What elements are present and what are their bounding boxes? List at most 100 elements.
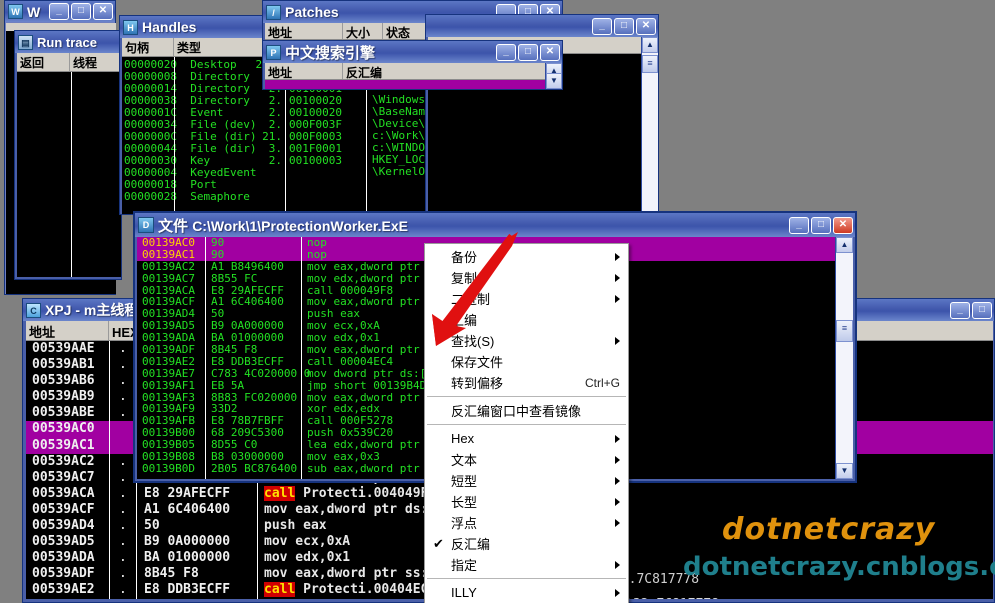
window-w-close-button[interactable]: ✕ — [93, 3, 113, 20]
row-address: 00539AD4 — [32, 518, 95, 534]
window-run-trace[interactable]: ▤ Run trace 返回 线程 — [14, 30, 122, 280]
row-marker: . — [119, 518, 127, 534]
menu-item-label: 查找(S) — [451, 334, 495, 349]
row-hex: EB 5A — [211, 378, 245, 392]
submenu-arrow-icon — [615, 476, 620, 485]
menu-item[interactable]: ILLY — [425, 582, 628, 603]
row-hex: B9 0A000000 — [144, 534, 231, 550]
submenu-arrow-icon — [615, 273, 620, 282]
file-scroll-thumb[interactable]: ≡ — [836, 320, 853, 342]
context-menu[interactable]: 备份复制二进制汇编查找(S) 保存文件 转到偏移 Ctrl+G 反汇编窗口中查看镜像 He… — [424, 243, 629, 603]
search-engine-close-button[interactable]: ✕ — [540, 43, 560, 61]
scroll-up-arrow-icon[interactable]: ▲ — [642, 37, 658, 53]
menu-item[interactable]: 转到偏移 Ctrl+G — [425, 372, 628, 393]
file-scroll-down-arrow-icon[interactable]: ▼ — [836, 463, 853, 479]
menu-item-label: 备份 — [451, 250, 478, 265]
run-trace-client: 返回 线程 — [17, 53, 121, 277]
handles-refcount-cell: 2. — [268, 154, 282, 167]
menu-item[interactable]: ✔ 反汇编 — [425, 533, 628, 554]
row-address: 00539AC0 — [32, 421, 95, 437]
menu-item-label: 短型 — [451, 474, 478, 489]
xpj-minimize-button[interactable]: _ — [950, 301, 970, 319]
menu-item[interactable]: 文本 — [425, 449, 628, 470]
search-engine-minimize-button[interactable]: _ — [496, 43, 516, 61]
row-hex: 8B55 FC — [211, 271, 258, 285]
handles-col-handle[interactable]: 句柄 — [122, 38, 174, 56]
submenu-arrow-icon — [615, 588, 620, 597]
menu-item[interactable]: 长型 — [425, 491, 628, 512]
row-marker: . — [119, 389, 127, 405]
menu-item[interactable]: 浮点 — [425, 512, 628, 533]
menu-item-label: 反汇编 — [451, 537, 491, 552]
search-engine-col-disasm[interactable]: 反汇编 — [343, 63, 546, 79]
menu-item[interactable]: 汇编 — [425, 309, 628, 330]
search-engine-selected-row[interactable] — [265, 80, 546, 89]
row-asm: mov ecx,0xA — [264, 534, 351, 550]
row-address: 00539AB6 — [32, 373, 95, 389]
file-scroll-up-arrow-icon[interactable]: ▲ — [836, 237, 853, 253]
menu-item[interactable]: 二进制 — [425, 288, 628, 309]
background-right-titlebar[interactable]: _ □ ✕ — [426, 15, 658, 37]
watermark-url: dotnetcrazy.cnblogs.com — [683, 552, 995, 582]
row-address: 00539ADA — [32, 550, 95, 566]
xpj-maximize-button[interactable]: □ — [972, 301, 992, 319]
search-engine-titlebar[interactable]: P 中文搜索引擎 _ □ ✕ — [263, 41, 562, 63]
patches-icon: / — [266, 4, 281, 20]
search-engine-col-address[interactable]: 地址 — [265, 63, 343, 79]
background-right-close-button[interactable]: ✕ — [636, 17, 656, 35]
window-search-engine[interactable]: P 中文搜索引擎 _ □ ✕ 地址 反汇编 ▲ ▼ — [262, 40, 563, 90]
menu-item[interactable]: 查找(S) — [425, 330, 628, 351]
row-marker: . — [119, 534, 127, 550]
row-address: 00539AE2 — [32, 582, 95, 598]
menu-item[interactable]: 保存文件 — [425, 351, 628, 372]
file-window-scrollbar[interactable]: ▲ ≡ ▼ — [835, 237, 853, 479]
menu-item-label: 二进制 — [451, 292, 491, 307]
run-trace-col-return[interactable]: 返回 — [17, 53, 70, 71]
menu-item-label: 反汇编窗口中查看镜像 — [451, 404, 582, 419]
search-engine-scroll-down-icon[interactable]: ▼ — [546, 73, 562, 89]
row-hex: A1 6C406400 — [144, 501, 231, 517]
row-address: 00139AC7 — [142, 271, 195, 285]
search-engine-maximize-button[interactable]: □ — [518, 43, 538, 61]
menu-separator — [427, 578, 626, 579]
row-address: 00139AE7 — [142, 366, 195, 380]
menu-item-label: 指定 — [451, 558, 478, 573]
menu-item[interactable]: 备份 — [425, 246, 628, 267]
menu-item[interactable]: 指定 — [425, 554, 628, 575]
window-w-titlebar[interactable]: W W _ □ ✕ — [5, 1, 115, 22]
row-hex: E8 DDB3ECFF — [144, 582, 231, 598]
row-marker: . — [119, 341, 127, 356]
row-marker: . — [119, 485, 127, 501]
window-w-maximize-button[interactable]: □ — [71, 3, 91, 20]
patches-col-address[interactable]: 地址 — [265, 23, 343, 39]
scroll-thumb[interactable]: ≡ — [642, 55, 658, 73]
file-window-minimize-button[interactable]: _ — [789, 216, 809, 234]
row-marker: . — [119, 582, 127, 598]
run-trace-col-thread[interactable]: 线程 — [70, 53, 121, 71]
menu-item[interactable]: 复制 — [425, 267, 628, 288]
file-window-close-button[interactable]: ✕ — [833, 216, 853, 234]
file-window-maximize-button[interactable]: □ — [811, 216, 831, 234]
file-window-titlebar[interactable]: D 文件 C:\Work\1\ProtectionWorker.ExE _ □ … — [135, 213, 855, 237]
background-right-minimize-button[interactable]: _ — [592, 17, 612, 35]
background-right-scrollbar[interactable]: ▲ ≡ — [641, 37, 658, 213]
xpj-col-address[interactable]: 地址 — [26, 321, 109, 340]
menu-item[interactable]: 反汇编窗口中查看镜像 — [425, 400, 628, 421]
background-right-maximize-button[interactable]: □ — [614, 17, 634, 35]
submenu-arrow-icon — [615, 252, 620, 261]
menu-item[interactable]: 短型 — [425, 470, 628, 491]
run-trace-column-headers: 返回 线程 — [17, 53, 121, 72]
row-address: 00139AC2 — [142, 259, 195, 273]
handles-icon: H — [123, 19, 138, 35]
handles-row[interactable]: 00000028 Semaphore — [124, 191, 256, 203]
search-engine-scrollbar[interactable]: ▲ ▼ — [545, 63, 562, 89]
window-w-minimize-button[interactable]: _ — [49, 3, 69, 20]
row-address: 00539ACA — [32, 485, 95, 501]
menu-item-label: 复制 — [451, 271, 478, 286]
run-trace-titlebar[interactable]: ▤ Run trace — [15, 31, 121, 53]
row-hex: 90 — [211, 247, 225, 261]
patches-col-size[interactable]: 大小 — [343, 23, 383, 39]
row-address: 00539ACF — [32, 501, 95, 517]
menu-item[interactable]: Hex — [425, 428, 628, 449]
file-window-title-prefix: 文件 — [158, 217, 189, 235]
